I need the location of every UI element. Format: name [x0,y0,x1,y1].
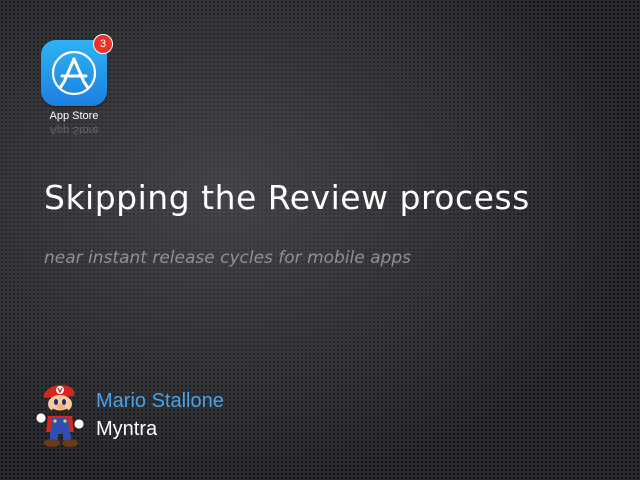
slide-title: Skipping the Review process [44,178,530,217]
presenter-name: Mario Stallone [96,390,224,412]
app-store-glyph [51,50,97,96]
app-store-label: App Store [49,110,99,122]
app-store-label-reflection: App Store [49,124,99,136]
app-store-shortcut[interactable]: 3 App Store App Store [36,34,113,136]
slide-subtitle: near instant release cycles for mobile a… [44,248,411,268]
mario-character-icon [35,385,85,447]
notification-badge: 3 [93,34,113,54]
presenter-organization: Myntra [96,418,158,440]
app-store-icon[interactable]: 3 [41,34,113,106]
